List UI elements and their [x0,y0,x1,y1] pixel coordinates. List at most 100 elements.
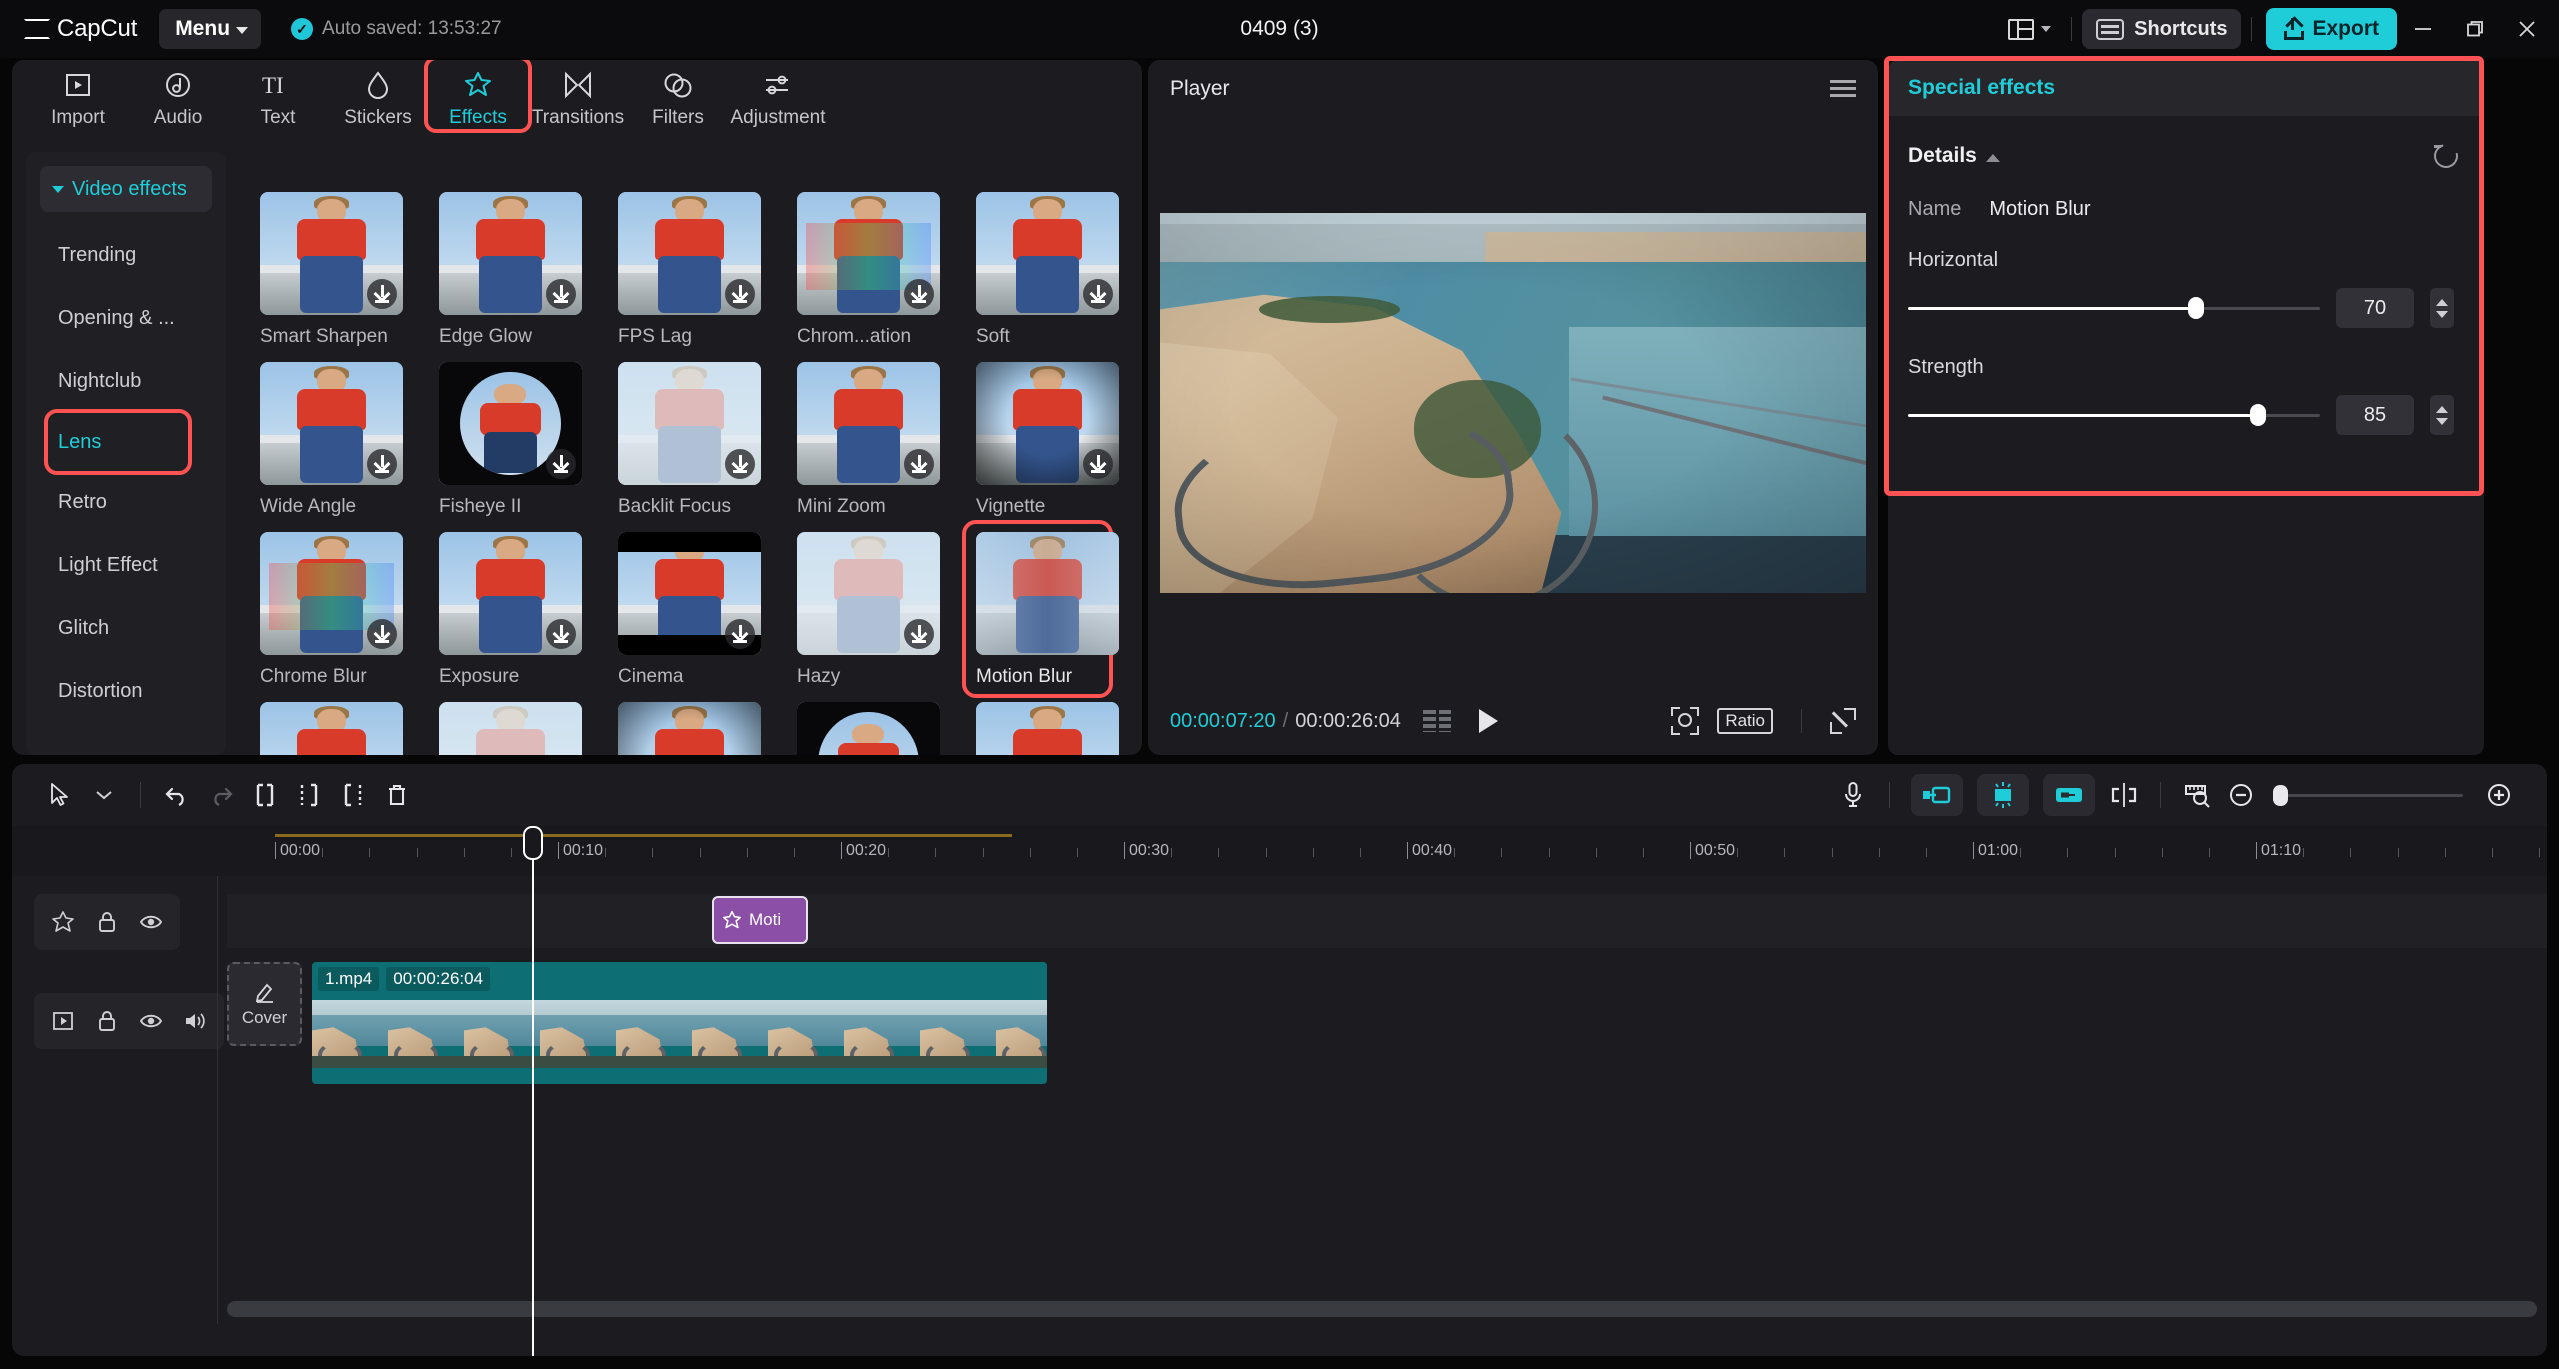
zoom-out-icon[interactable] [2219,775,2263,815]
lock-icon[interactable] [94,1008,120,1034]
download-icon[interactable] [546,279,576,309]
download-icon[interactable] [367,619,397,649]
zoom-in-icon[interactable] [2477,775,2521,815]
player-menu-icon[interactable] [1830,80,1856,98]
record-voiceover-icon[interactable] [1831,775,1875,815]
timeline-horizontal-scrollbar[interactable] [227,1301,2537,1317]
download-icon[interactable] [546,449,576,479]
param-value-input[interactable]: 70 [2336,288,2414,328]
param-slider[interactable] [1908,404,2320,426]
category-item-trending[interactable]: Trending [26,224,226,287]
timeline-ruler[interactable]: 00:00 00:10 00:20 00:30 00:40 00:50 01:00 01:10 [12,826,2547,876]
category-item-glitch[interactable]: Glitch [26,597,226,660]
zoom-to-fit-timeline-icon[interactable] [2175,775,2219,815]
download-icon[interactable] [546,619,576,649]
download-icon[interactable] [1083,449,1113,479]
auto-adsorb-icon[interactable] [1911,774,1963,816]
frames-icon[interactable] [1422,710,1451,732]
download-icon[interactable] [725,279,755,309]
effect-card-vignette[interactable]: Vignette [976,362,1119,518]
effect-card-motion-blur[interactable]: Motion Blur [962,520,1119,698]
details-section-header[interactable]: Details [1888,116,2484,173]
effect-card-exposure[interactable]: Exposure [439,532,582,688]
magnet-snap-icon[interactable] [1977,774,2029,816]
category-item-nightclub[interactable]: Nightclub [26,350,226,413]
category-item-lens[interactable]: Lens [44,409,192,475]
param-slider[interactable] [1908,297,2320,319]
window-minimize-button[interactable] [2397,0,2449,58]
effect-card-chrom-ation[interactable]: Chrom...ation [797,192,940,348]
select-tool-icon[interactable] [38,775,82,815]
effect-card-smart-sharpen[interactable]: Smart Sharpen [260,192,403,348]
playhead-handle[interactable] [523,826,543,860]
param-slider-knob[interactable] [2188,297,2205,319]
split-playhead-icon[interactable] [2102,775,2146,815]
tab-transitions[interactable]: Transitions [528,60,628,129]
effect-card-wide-angle[interactable]: Wide Angle [260,362,403,518]
tab-stickers[interactable]: Stickers [328,60,428,129]
tab-effects[interactable]: Effects [424,60,532,133]
param-value-input[interactable]: 85 [2336,395,2414,435]
download-icon[interactable] [725,449,755,479]
layout-switch-button[interactable] [1998,18,2061,40]
eye-icon[interactable] [138,1008,164,1034]
export-button[interactable]: Export [2266,8,2397,50]
category-item-retro[interactable]: Retro [26,471,226,534]
tab-adjustment[interactable]: Adjustment [728,60,828,129]
effect-clip-motion-blur[interactable]: Moti [712,896,808,944]
category-item-opening[interactable]: Opening & ... [26,287,226,350]
download-icon[interactable] [904,619,934,649]
tab-import[interactable]: Import [28,60,128,129]
effect-card-edge-glow[interactable]: Edge Glow [439,192,582,348]
video-effects-group-header[interactable]: Video effects [40,166,212,212]
effect-card-partial[interactable] [797,702,940,755]
effect-card-partial[interactable] [439,702,582,755]
download-icon[interactable] [904,449,934,479]
delete-icon[interactable] [375,775,419,815]
timeline-zoom-slider[interactable] [2273,784,2463,806]
playhead[interactable] [523,826,543,1356]
link-clips-icon[interactable] [2043,774,2095,816]
trim-left-icon[interactable] [287,775,331,815]
download-icon[interactable] [904,279,934,309]
video-preview[interactable] [1160,212,1866,593]
category-item-light-effect[interactable]: Light Effect [26,534,226,597]
lock-icon[interactable] [94,909,120,935]
eye-icon[interactable] [138,909,164,935]
param-stepper[interactable] [2430,288,2454,328]
download-icon[interactable] [367,279,397,309]
effect-card-partial[interactable] [976,702,1119,755]
effect-card-partial[interactable] [618,702,761,755]
volume-icon[interactable] [182,1008,208,1034]
param-slider-knob[interactable] [2250,404,2267,426]
effect-card-mini-zoom[interactable]: Mini Zoom [797,362,940,518]
play-button[interactable] [1478,709,1498,733]
cover-button[interactable]: Cover [227,962,302,1046]
effect-card-fisheye-ii[interactable]: Fisheye II [439,362,582,518]
effect-card-cinema[interactable]: Cinema [618,532,761,688]
param-stepper[interactable] [2430,395,2454,435]
zoom-slider-knob[interactable] [2273,784,2288,806]
tool-dropdown-icon[interactable] [82,775,126,815]
split-icon[interactable] [243,775,287,815]
trim-right-icon[interactable] [331,775,375,815]
redo-icon[interactable] [199,775,243,815]
effect-card-soft[interactable]: Soft [976,192,1119,348]
effect-card-fps-lag[interactable]: FPS Lag [618,192,761,348]
download-icon[interactable] [1083,279,1113,309]
tab-audio[interactable]: Audio [128,60,228,129]
download-icon[interactable] [367,449,397,479]
download-icon[interactable] [725,619,755,649]
effect-card-partial[interactable] [260,702,403,755]
effect-card-chrome-blur[interactable]: Chrome Blur [260,532,403,688]
effects-lane[interactable]: Moti [227,894,2547,948]
window-close-button[interactable] [2501,0,2553,58]
shortcuts-button[interactable]: Shortcuts [2082,9,2242,49]
menu-button[interactable]: Menu [159,9,262,49]
category-item-distortion[interactable]: Distortion [26,660,226,723]
zoom-to-fit-icon[interactable] [1671,707,1700,735]
ratio-button[interactable]: Ratio [1717,708,1773,734]
tab-text[interactable]: TI Text [228,60,328,129]
fullscreen-icon[interactable] [1830,708,1856,734]
window-restore-button[interactable] [2449,0,2501,58]
